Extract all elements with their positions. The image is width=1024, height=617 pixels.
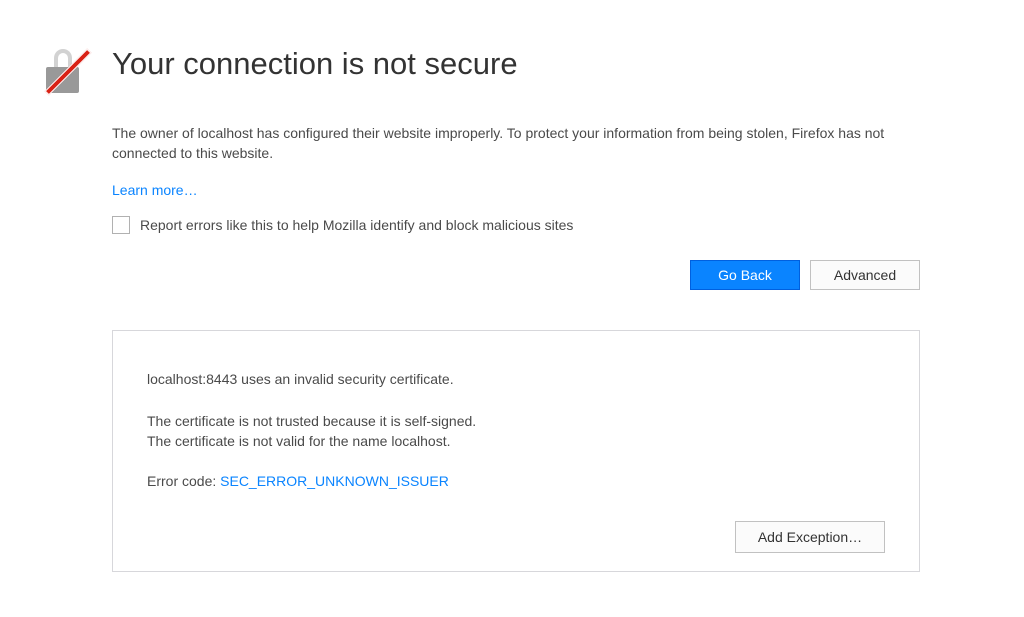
error-code-prefix: Error code: <box>147 473 220 489</box>
report-errors-checkbox[interactable] <box>112 216 130 234</box>
panel-footer: Add Exception… <box>147 521 885 553</box>
report-errors-label: Report errors like this to help Mozilla … <box>140 217 573 233</box>
page-title: Your connection is not secure <box>112 45 518 82</box>
header: Your connection is not secure <box>40 45 984 93</box>
error-code-row: Error code: SEC_ERROR_UNKNOWN_ISSUER <box>147 473 885 489</box>
insecure-lock-icon <box>40 49 84 93</box>
action-buttons: Go Back Advanced <box>112 260 920 290</box>
error-description: The owner of localhost has configured th… <box>112 123 920 164</box>
advanced-button[interactable]: Advanced <box>810 260 920 290</box>
report-errors-row: Report errors like this to help Mozilla … <box>112 216 920 234</box>
certificate-message-2: The certificate is not trusted because i… <box>147 411 885 452</box>
error-page: Your connection is not secure The owner … <box>0 0 1024 612</box>
certificate-message-1: localhost:8443 uses an invalid security … <box>147 369 885 389</box>
add-exception-button[interactable]: Add Exception… <box>735 521 885 553</box>
cert-not-valid-text: The certificate is not valid for the nam… <box>147 433 450 449</box>
learn-more-link[interactable]: Learn more… <box>112 182 198 198</box>
content-area: The owner of localhost has configured th… <box>112 123 920 572</box>
advanced-panel: localhost:8443 uses an invalid security … <box>112 330 920 573</box>
cert-not-trusted-text: The certificate is not trusted because i… <box>147 413 476 429</box>
go-back-button[interactable]: Go Back <box>690 260 800 290</box>
error-code-link[interactable]: SEC_ERROR_UNKNOWN_ISSUER <box>220 473 449 489</box>
